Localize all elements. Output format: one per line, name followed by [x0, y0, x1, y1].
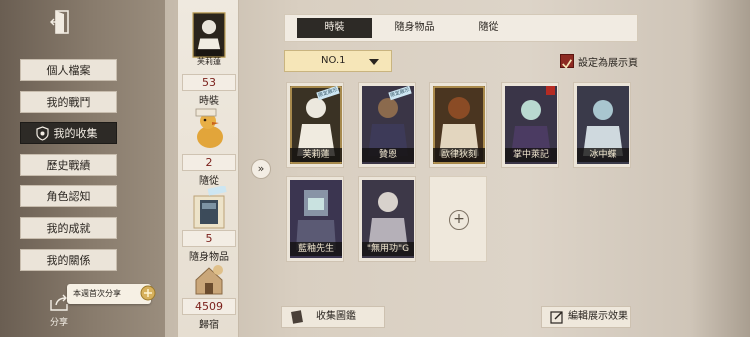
stat-companion-label: 隨從 — [199, 176, 219, 187]
tab-companions[interactable]: 隨從 — [451, 18, 526, 38]
chevron-down-icon — [369, 59, 379, 65]
stat-costume-label: 時裝 — [199, 96, 219, 107]
costume-card[interactable]: "無用功"G — [358, 176, 416, 262]
costume-thumbnail[interactable] — [190, 12, 228, 58]
profile-menu: 個人檔案 我的戰鬥 我的收集 歷史戰績 角色認知 我的成就 我的關係 — [20, 59, 117, 280]
checkbox-checked[interactable] — [560, 54, 574, 69]
showcase-label: 設定為展示頁 — [578, 58, 638, 69]
menu-item-relationships[interactable]: 我的關係 — [20, 248, 117, 271]
set-as-showcase-toggle[interactable]: 設定為展示頁 — [560, 54, 640, 70]
companion-duck-icon[interactable] — [190, 107, 228, 153]
edit-showcase-label: 編輯展示效果 — [568, 311, 628, 322]
tab-accessories[interactable]: 隨身物品 — [377, 18, 452, 38]
costume-card[interactable]: 限定展示 贊恩 — [358, 82, 416, 168]
costume-card[interactable]: 冰中蝶 — [573, 82, 631, 168]
stat-thumb-name: 芙莉蓮 — [197, 57, 221, 66]
edit-showcase-button[interactable]: 編輯展示效果 — [541, 306, 631, 328]
stat-home-count: 4509 — [182, 298, 236, 315]
share-reward-text: 本週首次分享 — [73, 289, 121, 298]
menu-item-collection[interactable]: 我的收集 — [20, 122, 117, 145]
stat-home-label: 歸宿 — [199, 320, 219, 331]
corner-marker — [546, 86, 555, 95]
shield-icon — [36, 126, 49, 141]
check-icon — [562, 59, 572, 69]
menu-item-achievements[interactable]: 我的成就 — [20, 216, 117, 239]
stat-accessory-label: 隨身物品 — [189, 252, 229, 263]
collection-catalog-button[interactable]: 收集圖鑑 — [281, 306, 385, 328]
tab-costumes[interactable]: 時裝 — [297, 18, 372, 38]
share-label: 分享 — [50, 318, 69, 328]
home-icon[interactable] — [190, 262, 228, 296]
costume-name: 冰中蝶 — [577, 148, 629, 162]
accessory-book-icon[interactable] — [190, 186, 228, 232]
menu-item-collection-label: 我的收集 — [53, 127, 98, 141]
add-costume-slot[interactable]: + — [429, 176, 487, 262]
collection-screen: 個人檔案 我的戰鬥 我的收集 歷史戰績 角色認知 我的成就 我的關係 分享 本週… — [0, 0, 750, 337]
costume-card[interactable]: 限定展示 芙莉蓮 — [286, 82, 344, 168]
costume-name: 歐律狄刻 — [433, 148, 485, 162]
stat-costume-count: 53 — [182, 74, 236, 91]
collection-stats: 芙莉蓮 53 時裝 2 隨從 5 隨身物品 4509 歸宿 — [177, 0, 239, 337]
costume-card[interactable]: 歐律狄刻 — [429, 82, 487, 168]
menu-item-history[interactable]: 歷史戰績 — [20, 153, 117, 176]
costume-name: 贊恩 — [362, 148, 414, 162]
menu-item-profile[interactable]: 個人檔案 — [20, 59, 117, 81]
stat-accessory-count: 5 — [182, 230, 236, 247]
stat-companion-count: 2 — [182, 154, 236, 171]
costume-card[interactable]: 掌中萊記 — [501, 82, 559, 168]
menu-item-battles[interactable]: 我的戰鬥 — [20, 90, 117, 113]
costume-name: "無用功"G — [362, 242, 414, 256]
costume-card[interactable]: 藍釉先生 — [286, 176, 344, 262]
page-selector-value: NO.1 — [321, 55, 346, 66]
page-selector[interactable]: NO.1 — [284, 50, 392, 72]
menu-item-character-knowledge[interactable]: 角色認知 — [20, 185, 117, 208]
plus-icon: + — [449, 210, 469, 230]
costume-name: 芙莉蓮 — [290, 148, 342, 162]
category-tabs: 時裝 隨身物品 隨從 — [284, 14, 638, 42]
collection-catalog-label: 收集圖鑑 — [316, 311, 356, 322]
double-chevron-right-icon: » — [257, 162, 265, 175]
share-reward-bubble[interactable]: 本週首次分享 — [67, 284, 156, 304]
reward-icon — [140, 285, 156, 301]
exit-icon[interactable] — [50, 9, 74, 35]
book-icon — [291, 310, 303, 324]
costume-name: 藍釉先生 — [290, 242, 342, 256]
expand-arrow-button[interactable]: » — [251, 159, 271, 179]
costume-name: 掌中萊記 — [505, 148, 557, 162]
edit-icon — [550, 311, 563, 324]
